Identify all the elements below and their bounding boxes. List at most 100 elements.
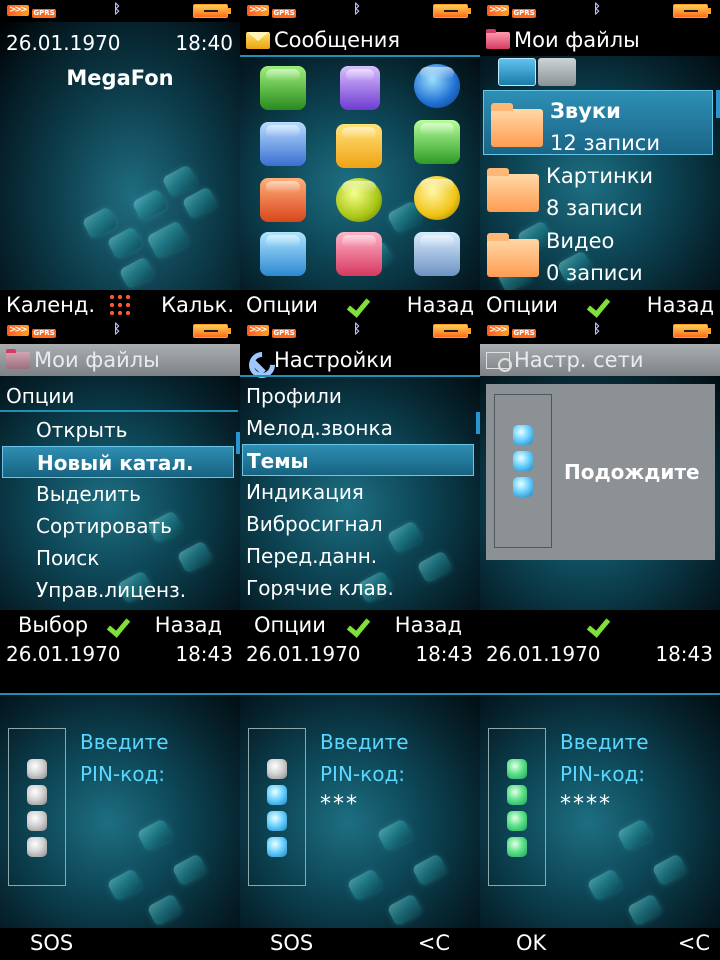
gprs-icon: GPRS: [32, 329, 56, 338]
games-dice-icon[interactable]: [260, 178, 306, 222]
folder-name: Звуки: [550, 99, 621, 123]
favorites-box-icon[interactable]: [260, 232, 306, 276]
folder-count: 0 записи: [546, 261, 643, 285]
signal-icon: >>>: [487, 325, 509, 336]
softkey-back[interactable]: Назад: [407, 290, 474, 320]
menu-item-license[interactable]: Управ.лиценз.: [0, 574, 240, 606]
signal-icon: >>>: [7, 5, 29, 16]
menu-item-data-transfer[interactable]: Перед.данн.: [240, 540, 480, 572]
select-check-icon[interactable]: [108, 610, 132, 640]
folder-icon: [487, 233, 539, 277]
pin-date: 26.01.1970: [486, 642, 601, 666]
softkey-select[interactable]: Выбор: [18, 610, 88, 640]
pin-entry-field[interactable]: ****: [560, 792, 612, 817]
menu-item-select[interactable]: Выделить: [0, 478, 240, 510]
softkey-calendar[interactable]: Календ.: [6, 290, 95, 320]
menu-item-hotkeys[interactable]: Горячие клав.: [240, 572, 480, 604]
gprs-icon: GPRS: [272, 329, 296, 338]
folder-name: Видео: [546, 229, 615, 253]
list-item[interactable]: Звуки 12 записи: [483, 90, 713, 155]
bluetooth-icon: ᛒ: [593, 322, 601, 337]
softkey-options[interactable]: Опции: [246, 290, 318, 320]
menu-item-sort[interactable]: Сортировать: [0, 510, 240, 542]
softkey-ok[interactable]: OK: [516, 928, 546, 958]
settings-screen: >>> GPRS ᛒ Настройки Профили Мелод.звонк…: [240, 320, 480, 640]
signal-icon: >>>: [487, 5, 509, 16]
softkey-options[interactable]: Опции: [254, 610, 326, 640]
bluetooth-icon: ᛒ: [593, 2, 601, 17]
pin-prompt-line1: Введите: [80, 730, 169, 754]
menu-item-open[interactable]: Открыть: [0, 414, 240, 446]
menu-item-vibration[interactable]: Вибросигнал: [240, 508, 480, 540]
softkey-clear[interactable]: <C: [418, 928, 450, 958]
folder-icon: [491, 103, 543, 147]
select-check-icon[interactable]: [348, 610, 372, 640]
menu-item-new-folder[interactable]: Новый катал.: [2, 446, 234, 478]
softkey-clear[interactable]: <C: [678, 928, 710, 958]
list-item[interactable]: Картинки 8 записи: [480, 156, 720, 221]
list-item[interactable]: Видео 0 записи: [480, 221, 720, 286]
softkey-options[interactable]: Опции: [486, 290, 558, 320]
files-header: Мои файлы: [480, 24, 720, 56]
menu-item-profiles[interactable]: Профили: [240, 380, 480, 412]
softkey-bar: Опции Назад: [480, 290, 720, 320]
battery-icon: [433, 324, 471, 338]
phone-icon[interactable]: [260, 66, 306, 110]
wait-message: Подождите: [564, 460, 700, 484]
pin-date: 26.01.1970: [6, 642, 121, 666]
pin-led-icon: [27, 811, 47, 831]
tab-memory-card[interactable]: [538, 58, 576, 86]
network-search-icon: [486, 352, 512, 372]
menu-item-ringtone[interactable]: Мелод.звонка: [240, 412, 480, 444]
wait-dialog: Подождите: [486, 384, 715, 560]
network-header: Настр. сети: [480, 344, 720, 376]
standby-date: 26.01.1970: [6, 31, 121, 55]
menu-item-search[interactable]: Поиск: [0, 542, 240, 574]
softkey-bar: Выбор Назад: [0, 610, 240, 640]
select-check-icon[interactable]: [588, 290, 612, 320]
pin-prompt-line1: Введите: [320, 730, 409, 754]
status-bar: >>> GPRS ᛒ: [0, 0, 240, 22]
pin-time: 18:43: [415, 642, 473, 666]
menu-item-themes[interactable]: Темы: [242, 444, 474, 476]
media-player-icon[interactable]: [340, 66, 380, 110]
my-files-folder-icon[interactable]: [336, 232, 382, 276]
tab-phone-memory[interactable]: [498, 58, 536, 86]
play-icon[interactable]: [336, 178, 382, 222]
status-bar: >>> GPRS ᛒ: [480, 320, 720, 342]
softkey-sos[interactable]: SOS: [270, 928, 313, 958]
softkey-bar: SOS <C: [240, 928, 480, 958]
pin-progress-box: [488, 728, 546, 886]
internet-globe-icon[interactable]: [414, 64, 460, 108]
alarm-clock-icon[interactable]: [414, 176, 460, 220]
pin-entry-field[interactable]: ***: [320, 792, 359, 817]
softkey-sos[interactable]: SOS: [30, 928, 73, 958]
menu-dots-icon[interactable]: [108, 293, 132, 317]
softkey-back[interactable]: Назад: [395, 610, 462, 640]
bluetooth-icon: ᛒ: [353, 322, 361, 337]
select-check-icon[interactable]: [348, 290, 372, 320]
settings-header: Настройки: [240, 344, 480, 376]
softkey-back[interactable]: Назад: [647, 290, 714, 320]
pin-date: 26.01.1970: [246, 642, 361, 666]
softkey-calculator[interactable]: Кальк.: [161, 290, 234, 320]
pin-led-icon: [27, 759, 47, 779]
menu-item-indication[interactable]: Индикация: [240, 476, 480, 508]
pin-led-icon: [507, 759, 527, 779]
softkey-back[interactable]: Назад: [155, 610, 222, 640]
camera-icon[interactable]: [260, 122, 306, 166]
pin-led-icon: [27, 837, 47, 857]
pin-led-icon: [507, 811, 527, 831]
scrollbar[interactable]: [716, 90, 720, 118]
select-check-icon[interactable]: [588, 610, 612, 640]
folder-icon: [6, 349, 30, 369]
pin-progress-box: [8, 728, 66, 886]
wallpaper: [0, 22, 240, 290]
files-title: Мои файлы: [514, 28, 640, 52]
envelope-icon: [246, 32, 270, 49]
pin-prompt-line2: PIN-код:: [80, 762, 166, 786]
organizer-icon[interactable]: [414, 120, 460, 164]
settings-wrench-icon[interactable]: [414, 232, 460, 276]
status-bar: >>> GPRS ᛒ: [480, 0, 720, 22]
messages-icon[interactable]: [336, 124, 382, 168]
